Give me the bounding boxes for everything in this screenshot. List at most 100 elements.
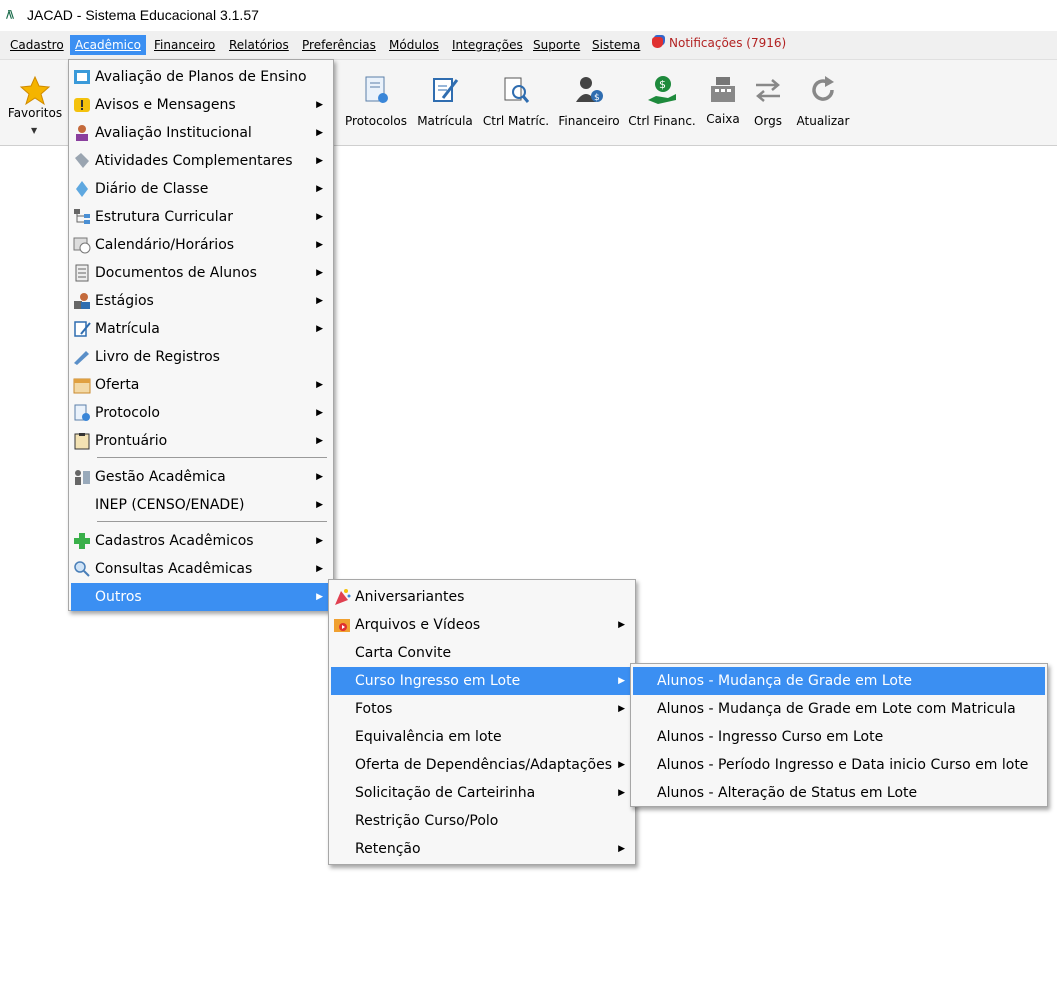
submenu-arrow-icon: ▶ (316, 324, 323, 334)
favoritos-button[interactable]: Favoritos ▼ (4, 60, 66, 145)
menu-suporte[interactable]: Suporte (528, 35, 585, 55)
swap-arrows-icon (756, 79, 780, 102)
financeiro-button[interactable]: $ Financeiro (556, 60, 622, 145)
submenu-arrow-icon: ▶ (618, 676, 625, 686)
submenu-arrow-icon: ▶ (618, 704, 625, 714)
calendar-icon (73, 378, 91, 394)
menu-item-matricula[interactable]: Matrícula ▶ (71, 315, 331, 343)
menu-item-livro-registros[interactable]: Livro de Registros (71, 343, 331, 371)
notifications-link[interactable]: Notificações (7916) (652, 36, 786, 50)
menu-item-carta-convite[interactable]: Carta Convite (331, 639, 633, 667)
search-icon (74, 561, 90, 577)
menu-item-retencao[interactable]: Retenção ▶ (331, 835, 633, 863)
ctrl-financ-label: Ctrl Financ. (628, 114, 696, 128)
submenu-arrow-icon: ▶ (316, 436, 323, 446)
outros-submenu: Aniversariantes Arquivos e Vídeos ▶ Cart… (328, 579, 636, 865)
menu-item-consultas-academicas[interactable]: Consultas Acadêmicas ▶ (71, 555, 331, 583)
menu-sistema[interactable]: Sistema (587, 35, 645, 55)
menu-item-alteracao-status-lote[interactable]: Alunos - Alteração de Status em Lote (633, 779, 1045, 807)
menu-item-periodo-ingresso-lote[interactable]: Alunos - Período Ingresso e Data inicio … (633, 751, 1045, 779)
notifications-label: Notificações (7916) (669, 36, 787, 50)
ctrl-matric-label: Ctrl Matríc. (482, 114, 550, 128)
menu-financeiro[interactable]: Financeiro (149, 35, 220, 55)
submenu-arrow-icon: ▶ (316, 408, 323, 418)
atualizar-button[interactable]: Atualizar (796, 60, 850, 145)
menu-cadastro[interactable]: Cadastro (5, 35, 69, 55)
protocolos-label: Protocolos (345, 114, 407, 128)
menu-relatorios[interactable]: Relatórios (224, 35, 294, 55)
warning-icon (74, 98, 90, 112)
submenu-arrow-icon: ▶ (618, 844, 625, 854)
tag-icon (75, 153, 89, 168)
menu-item-gestao[interactable]: Gestão Acadêmica ▶ (71, 463, 331, 491)
menu-item-estagios[interactable]: Estágios ▶ (71, 287, 331, 315)
orgs-button[interactable]: Orgs (748, 60, 788, 145)
menu-item-prontuario[interactable]: Prontuário ▶ (71, 427, 331, 455)
menu-item-equivalencia-lote[interactable]: Equivalência em lote (331, 723, 633, 751)
menu-item-oferta[interactable]: Oferta ▶ (71, 371, 331, 399)
pen-icon (74, 351, 89, 365)
menu-item-estrutura[interactable]: Estrutura Curricular ▶ (71, 203, 331, 231)
menu-item-diario[interactable]: Diário de Classe ▶ (71, 175, 331, 203)
document-search-icon (504, 77, 530, 103)
menu-preferencias[interactable]: Preferências (297, 35, 381, 55)
menu-item-cadastros-academicos[interactable]: Cadastros Acadêmicos ▶ (71, 527, 331, 555)
menu-item-restricao-curso-polo[interactable]: Restrição Curso/Polo (331, 807, 633, 835)
user-money-icon: $ (576, 77, 603, 103)
svg-text:$: $ (594, 93, 600, 103)
chevron-down-icon: ▼ (31, 126, 38, 135)
submenu-arrow-icon: ▶ (316, 536, 323, 546)
caixa-button[interactable]: Caixa (702, 60, 744, 145)
matricula-button[interactable]: Matrícula (416, 60, 474, 145)
submenu-arrow-icon: ▶ (316, 592, 323, 602)
menu-item-solicitacao-carteirinha[interactable]: Solicitação de Carteirinha ▶ (331, 779, 633, 807)
submenu-arrow-icon: ▶ (618, 620, 625, 630)
menu-separator (97, 457, 327, 458)
menu-item-avaliacao-planos[interactable]: Avaliação de Planos de Ensino (71, 63, 331, 91)
submenu-arrow-icon: ▶ (316, 472, 323, 482)
protocolos-button[interactable]: Protocolos (343, 60, 409, 145)
intern-icon (74, 293, 90, 309)
menu-item-outros[interactable]: Outros ▶ (71, 583, 331, 611)
edit-icon (433, 78, 459, 102)
title-bar: /\\ JACAD - Sistema Educacional 3.1.57 (0, 0, 1057, 31)
menu-item-mudanca-grade-lote[interactable]: Alunos - Mudança de Grade em Lote (633, 667, 1045, 695)
caixa-label: Caixa (706, 112, 740, 126)
refresh-icon (812, 76, 834, 101)
menu-integracoes[interactable]: Integrações (447, 35, 528, 55)
menu-item-curso-ingresso-lote[interactable]: Curso Ingresso em Lote ▶ (331, 667, 633, 695)
svg-text:$: $ (659, 78, 666, 91)
menu-item-mudanca-grade-lote-matricula[interactable]: Alunos - Mudança de Grade em Lote com Ma… (633, 695, 1045, 723)
clipboard-icon (74, 433, 90, 450)
document-icon (75, 264, 89, 282)
edit-icon (74, 321, 91, 337)
menu-item-inep[interactable]: INEP (CENSO/ENADE) ▶ (71, 491, 331, 519)
menu-item-aniversariantes[interactable]: Aniversariantes (331, 583, 633, 611)
party-icon (335, 589, 351, 605)
menu-item-avisos[interactable]: Avisos e Mensagens ▶ (71, 91, 331, 119)
ctrl-matric-button[interactable]: Ctrl Matríc. (481, 60, 551, 145)
menu-item-arquivos-videos[interactable]: Arquivos e Vídeos ▶ (331, 611, 633, 639)
plus-icon (74, 533, 90, 549)
submenu-arrow-icon: ▶ (316, 500, 323, 510)
window-title: JACAD - Sistema Educacional 3.1.57 (27, 7, 259, 23)
management-icon (75, 470, 90, 485)
cash-register-icon (711, 77, 735, 102)
submenu-arrow-icon: ▶ (316, 564, 323, 574)
menu-item-calendario[interactable]: Calendário/Horários ▶ (71, 231, 331, 259)
menu-item-atividades[interactable]: Atividades Complementares ▶ (71, 147, 331, 175)
hand-money-icon: $ (648, 76, 676, 104)
ctrl-financ-button[interactable]: $ Ctrl Financ. (628, 60, 696, 145)
menu-item-oferta-dependencias[interactable]: Oferta de Dependências/Adaptações ▶ (331, 751, 633, 779)
menu-modulos[interactable]: Módulos (384, 35, 444, 55)
orgs-label: Orgs (753, 114, 783, 128)
menu-item-documentos[interactable]: Documentos de Alunos ▶ (71, 259, 331, 287)
menu-item-fotos[interactable]: Fotos ▶ (331, 695, 633, 723)
menu-item-ingresso-curso-lote[interactable]: Alunos - Ingresso Curso em Lote (633, 723, 1045, 751)
submenu-arrow-icon: ▶ (316, 128, 323, 138)
menu-academico[interactable]: Acadêmico (70, 35, 146, 55)
app-logo-icon: /\\ (6, 8, 14, 21)
menu-item-protocolo[interactable]: Protocolo ▶ (71, 399, 331, 427)
menu-item-avaliacao-institucional[interactable]: Avaliação Institucional ▶ (71, 119, 331, 147)
submenu-arrow-icon: ▶ (316, 212, 323, 222)
